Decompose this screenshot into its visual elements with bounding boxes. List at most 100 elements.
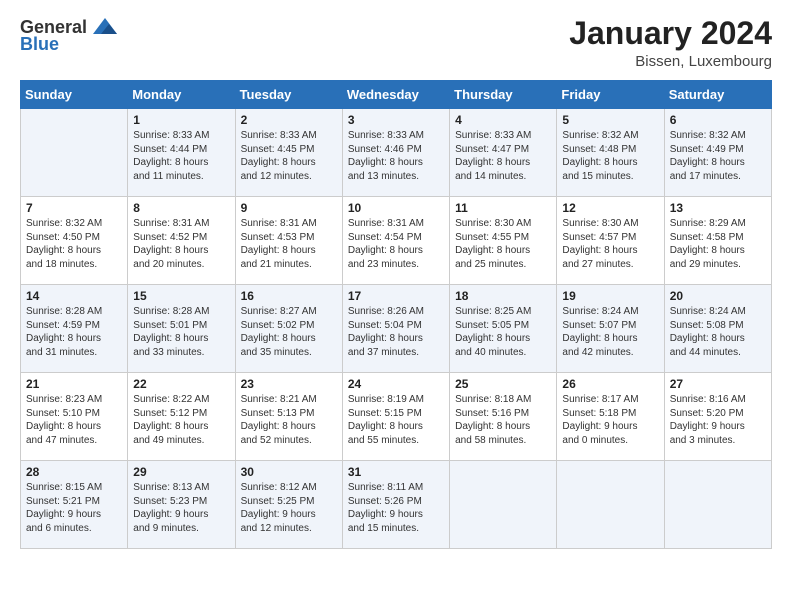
header-sunday: Sunday <box>21 81 128 109</box>
calendar-cell: 8 Sunrise: 8:31 AM Sunset: 4:52 PM Daylig… <box>128 197 235 285</box>
day-info: Sunrise: 8:25 AM Sunset: 5:05 PM Dayligh… <box>455 305 551 359</box>
day-info: Sunrise: 8:33 AM Sunset: 4:46 PM Dayligh… <box>348 129 444 183</box>
day-info: Sunrise: 8:30 AM Sunset: 4:57 PM Dayligh… <box>562 217 658 271</box>
day-number: 16 <box>241 289 337 303</box>
day-number: 12 <box>562 201 658 215</box>
calendar-cell <box>664 461 771 549</box>
day-info: Sunrise: 8:33 AM Sunset: 4:45 PM Dayligh… <box>241 129 337 183</box>
month-title: January 2024 <box>569 16 772 51</box>
day-number: 11 <box>455 201 551 215</box>
calendar-cell: 9 Sunrise: 8:31 AM Sunset: 4:53 PM Daylig… <box>235 197 342 285</box>
day-info: Sunrise: 8:15 AM Sunset: 5:21 PM Dayligh… <box>26 481 122 535</box>
calendar-cell: 21Sunrise: 8:23 AM Sunset: 5:10 PM Dayli… <box>21 373 128 461</box>
day-number: 8 <box>133 201 229 215</box>
day-number: 30 <box>241 465 337 479</box>
calendar-cell: 23Sunrise: 8:21 AM Sunset: 5:13 PM Dayli… <box>235 373 342 461</box>
calendar-cell: 17 Sunrise: 8:26 AM Sunset: 5:04 PM Dayli… <box>342 285 449 373</box>
header-saturday: Saturday <box>664 81 771 109</box>
day-number: 19 <box>562 289 658 303</box>
table-row: 28 Sunrise: 8:15 AM Sunset: 5:21 PM Dayli… <box>21 461 772 549</box>
calendar-cell: 10 Sunrise: 8:31 AM Sunset: 4:54 PM Dayli… <box>342 197 449 285</box>
header-friday: Friday <box>557 81 664 109</box>
calendar-cell: 1 Sunrise: 8:33 AM Sunset: 4:44 PM Daylig… <box>128 109 235 197</box>
calendar-cell: 16 Sunrise: 8:27 AM Sunset: 5:02 PM Dayli… <box>235 285 342 373</box>
calendar-cell: 6 Sunrise: 8:32 AM Sunset: 4:49 PM Daylig… <box>664 109 771 197</box>
day-number: 22 <box>133 377 229 391</box>
day-number: 13 <box>670 201 766 215</box>
day-info: Sunrise: 8:21 AM Sunset: 5:13 PM Dayligh… <box>241 393 337 447</box>
day-info: Sunrise: 8:26 AM Sunset: 5:04 PM Dayligh… <box>348 305 444 359</box>
day-number: 10 <box>348 201 444 215</box>
table-row: 7Sunrise: 8:32 AM Sunset: 4:50 PM Daylig… <box>21 197 772 285</box>
day-info: Sunrise: 8:30 AM Sunset: 4:55 PM Dayligh… <box>455 217 551 271</box>
day-number: 5 <box>562 113 658 127</box>
day-info: Sunrise: 8:11 AM Sunset: 5:26 PM Dayligh… <box>348 481 444 535</box>
calendar-cell <box>21 109 128 197</box>
header-wednesday: Wednesday <box>342 81 449 109</box>
calendar-cell: 26Sunrise: 8:17 AM Sunset: 5:18 PM Dayli… <box>557 373 664 461</box>
calendar-cell: 3 Sunrise: 8:33 AM Sunset: 4:46 PM Daylig… <box>342 109 449 197</box>
day-info: Sunrise: 8:29 AM Sunset: 4:58 PM Dayligh… <box>670 217 766 271</box>
day-info: Sunrise: 8:32 AM Sunset: 4:48 PM Dayligh… <box>562 129 658 183</box>
day-info: Sunrise: 8:33 AM Sunset: 4:44 PM Dayligh… <box>133 129 229 183</box>
calendar-cell: 5 Sunrise: 8:32 AM Sunset: 4:48 PM Daylig… <box>557 109 664 197</box>
calendar-cell: 14 Sunrise: 8:28 AM Sunset: 4:59 PM Dayli… <box>21 285 128 373</box>
day-number: 1 <box>133 113 229 127</box>
header-thursday: Thursday <box>450 81 557 109</box>
day-number: 29 <box>133 465 229 479</box>
day-info: Sunrise: 8:24 AM Sunset: 5:07 PM Dayligh… <box>562 305 658 359</box>
day-number: 2 <box>241 113 337 127</box>
logo-blue-text: Blue <box>20 34 59 55</box>
day-info: Sunrise: 8:19 AM Sunset: 5:15 PM Dayligh… <box>348 393 444 447</box>
calendar-cell: 25Sunrise: 8:18 AM Sunset: 5:16 PM Dayli… <box>450 373 557 461</box>
day-info: Sunrise: 8:18 AM Sunset: 5:16 PM Dayligh… <box>455 393 551 447</box>
day-info: Sunrise: 8:27 AM Sunset: 5:02 PM Dayligh… <box>241 305 337 359</box>
day-number: 20 <box>670 289 766 303</box>
calendar-cell: 7Sunrise: 8:32 AM Sunset: 4:50 PM Daylig… <box>21 197 128 285</box>
day-number: 14 <box>26 289 122 303</box>
day-number: 17 <box>348 289 444 303</box>
day-number: 24 <box>348 377 444 391</box>
logo-icon <box>91 16 119 38</box>
table-row: 21Sunrise: 8:23 AM Sunset: 5:10 PM Dayli… <box>21 373 772 461</box>
day-number: 21 <box>26 377 122 391</box>
calendar-cell: 19 Sunrise: 8:24 AM Sunset: 5:07 PM Dayli… <box>557 285 664 373</box>
calendar-cell: 2 Sunrise: 8:33 AM Sunset: 4:45 PM Daylig… <box>235 109 342 197</box>
day-number: 9 <box>241 201 337 215</box>
header-tuesday: Tuesday <box>235 81 342 109</box>
header: General Blue January 2024 Bissen, Luxemb… <box>20 16 772 70</box>
day-info: Sunrise: 8:28 AM Sunset: 5:01 PM Dayligh… <box>133 305 229 359</box>
calendar-cell: 11 Sunrise: 8:30 AM Sunset: 4:55 PM Dayli… <box>450 197 557 285</box>
calendar-cell: 24 Sunrise: 8:19 AM Sunset: 5:15 PM Dayli… <box>342 373 449 461</box>
day-number: 27 <box>670 377 766 391</box>
calendar-cell: 20Sunrise: 8:24 AM Sunset: 5:08 PM Dayli… <box>664 285 771 373</box>
day-number: 18 <box>455 289 551 303</box>
logo: General Blue <box>20 16 119 55</box>
calendar-header-row: Sunday Monday Tuesday Wednesday Thursday… <box>21 81 772 109</box>
day-info: Sunrise: 8:12 AM Sunset: 5:25 PM Dayligh… <box>241 481 337 535</box>
table-row: 14 Sunrise: 8:28 AM Sunset: 4:59 PM Dayli… <box>21 285 772 373</box>
page: General Blue January 2024 Bissen, Luxemb… <box>0 0 792 612</box>
calendar-table: Sunday Monday Tuesday Wednesday Thursday… <box>20 80 772 549</box>
header-monday: Monday <box>128 81 235 109</box>
day-info: Sunrise: 8:31 AM Sunset: 4:54 PM Dayligh… <box>348 217 444 271</box>
calendar-cell: 15 Sunrise: 8:28 AM Sunset: 5:01 PM Dayli… <box>128 285 235 373</box>
day-number: 4 <box>455 113 551 127</box>
day-info: Sunrise: 8:31 AM Sunset: 4:53 PM Dayligh… <box>241 217 337 271</box>
day-number: 6 <box>670 113 766 127</box>
calendar-cell: 27Sunrise: 8:16 AM Sunset: 5:20 PM Dayli… <box>664 373 771 461</box>
day-number: 3 <box>348 113 444 127</box>
calendar-cell: 4 Sunrise: 8:33 AM Sunset: 4:47 PM Daylig… <box>450 109 557 197</box>
day-info: Sunrise: 8:32 AM Sunset: 4:49 PM Dayligh… <box>670 129 766 183</box>
day-info: Sunrise: 8:17 AM Sunset: 5:18 PM Dayligh… <box>562 393 658 447</box>
calendar-cell: 12 Sunrise: 8:30 AM Sunset: 4:57 PM Dayli… <box>557 197 664 285</box>
calendar-cell: 28 Sunrise: 8:15 AM Sunset: 5:21 PM Dayli… <box>21 461 128 549</box>
location: Bissen, Luxembourg <box>569 53 772 70</box>
day-number: 31 <box>348 465 444 479</box>
day-number: 15 <box>133 289 229 303</box>
day-info: Sunrise: 8:31 AM Sunset: 4:52 PM Dayligh… <box>133 217 229 271</box>
calendar-cell <box>450 461 557 549</box>
day-info: Sunrise: 8:33 AM Sunset: 4:47 PM Dayligh… <box>455 129 551 183</box>
day-number: 28 <box>26 465 122 479</box>
day-info: Sunrise: 8:28 AM Sunset: 4:59 PM Dayligh… <box>26 305 122 359</box>
